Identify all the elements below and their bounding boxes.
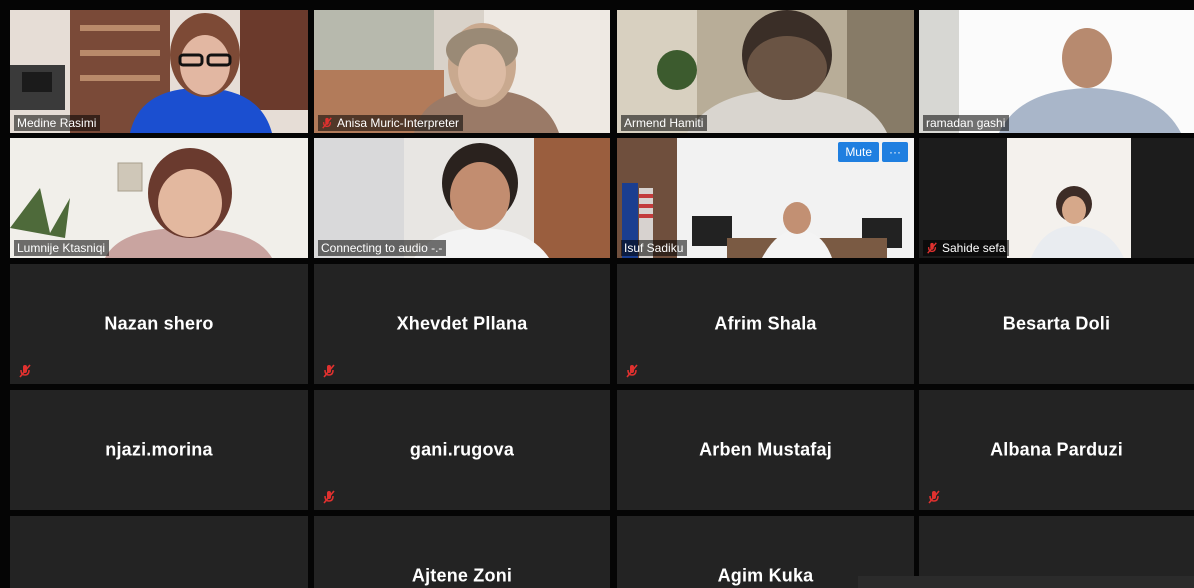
muted-microphone-icon bbox=[928, 490, 940, 504]
participant-name: Afrim Shala bbox=[714, 313, 817, 334]
name-tile[interactable] bbox=[10, 516, 308, 588]
name-tile[interactable]: Albana Parduzi bbox=[919, 390, 1194, 510]
participant-name: njazi.morina bbox=[105, 439, 213, 460]
name-tile[interactable]: njazi.morina bbox=[10, 390, 308, 510]
muted-microphone-icon bbox=[322, 117, 332, 129]
muted-microphone-icon bbox=[323, 364, 335, 378]
participant-name-label: Armend Hamiti bbox=[621, 115, 708, 131]
participant-name: gani.rugova bbox=[409, 439, 515, 460]
video-tile[interactable]: Lumnije Ktasniqi bbox=[10, 138, 308, 258]
mute-participant-button[interactable]: Mute bbox=[838, 142, 879, 162]
bottom-toolbar-edge bbox=[858, 576, 1194, 588]
participant-name-label: Medine Rasimi bbox=[14, 115, 101, 131]
participant-name-label: Sahide sefa bbox=[923, 240, 1010, 256]
name-tile[interactable]: gani.rugova bbox=[314, 390, 610, 510]
participant-name: Medine Rasimi bbox=[17, 116, 97, 130]
name-tile[interactable]: Xhevdet Pllana bbox=[314, 264, 610, 384]
muted-microphone-icon bbox=[19, 364, 31, 378]
participant-name: Armend Hamiti bbox=[624, 116, 704, 130]
participant-name-label: Connecting to audio -.- bbox=[318, 240, 447, 256]
muted-microphone-icon bbox=[927, 242, 937, 254]
video-tile[interactable]: Sahide sefa bbox=[919, 138, 1194, 258]
participant-name-label: Lumnije Ktasniqi bbox=[14, 240, 110, 256]
participant-name-label: Anisa Muric-Interpreter bbox=[318, 115, 464, 131]
video-tile[interactable]: Connecting to audio -.- bbox=[314, 138, 610, 258]
participant-name: ramadan gashi bbox=[926, 116, 1006, 130]
participant-name: Albana Parduzi bbox=[990, 439, 1123, 460]
participant-name: Ajtene Zoni bbox=[411, 565, 513, 586]
participant-name: Lumnije Ktasniqi bbox=[17, 241, 106, 255]
video-tile[interactable]: Medine Rasimi bbox=[10, 10, 308, 133]
gallery-view: Medine Rasimi Anisa Muric-Interpreter Ar… bbox=[0, 0, 1194, 588]
participant-name: Nazan shero bbox=[104, 313, 214, 334]
muted-microphone-icon bbox=[626, 364, 638, 378]
participant-name: Besarta Doli bbox=[1002, 313, 1111, 334]
name-tile[interactable]: Besarta Doli bbox=[919, 264, 1194, 384]
video-tile-active-speaker[interactable]: ramadan gashi bbox=[919, 10, 1194, 133]
name-tile[interactable]: Nazan shero bbox=[10, 264, 308, 384]
name-tile[interactable]: Ajtene Zoni bbox=[314, 516, 610, 588]
connecting-audio-status: Connecting to audio -.- bbox=[321, 241, 443, 255]
more-options-button[interactable]: ··· bbox=[882, 142, 908, 162]
name-tile[interactable]: Afrim Shala bbox=[617, 264, 914, 384]
participant-name: Isuf Sadiku bbox=[624, 241, 684, 255]
participant-name: Sahide sefa bbox=[942, 241, 1006, 255]
video-tile[interactable]: Mute ··· Isuf Sadiku bbox=[617, 138, 914, 258]
participant-name: Xhevdet Pllana bbox=[396, 313, 528, 334]
participant-name-label: ramadan gashi bbox=[923, 115, 1010, 131]
participant-name: Anisa Muric-Interpreter bbox=[337, 116, 460, 130]
tile-hover-controls: Mute ··· bbox=[838, 142, 908, 162]
name-tile[interactable]: Arben Mustafaj bbox=[617, 390, 914, 510]
participant-name-label: Isuf Sadiku bbox=[621, 240, 688, 256]
video-tile[interactable]: Armend Hamiti bbox=[617, 10, 914, 133]
muted-microphone-icon bbox=[323, 490, 335, 504]
video-tile[interactable]: Anisa Muric-Interpreter bbox=[314, 10, 610, 133]
participant-name: Arben Mustafaj bbox=[699, 439, 832, 460]
